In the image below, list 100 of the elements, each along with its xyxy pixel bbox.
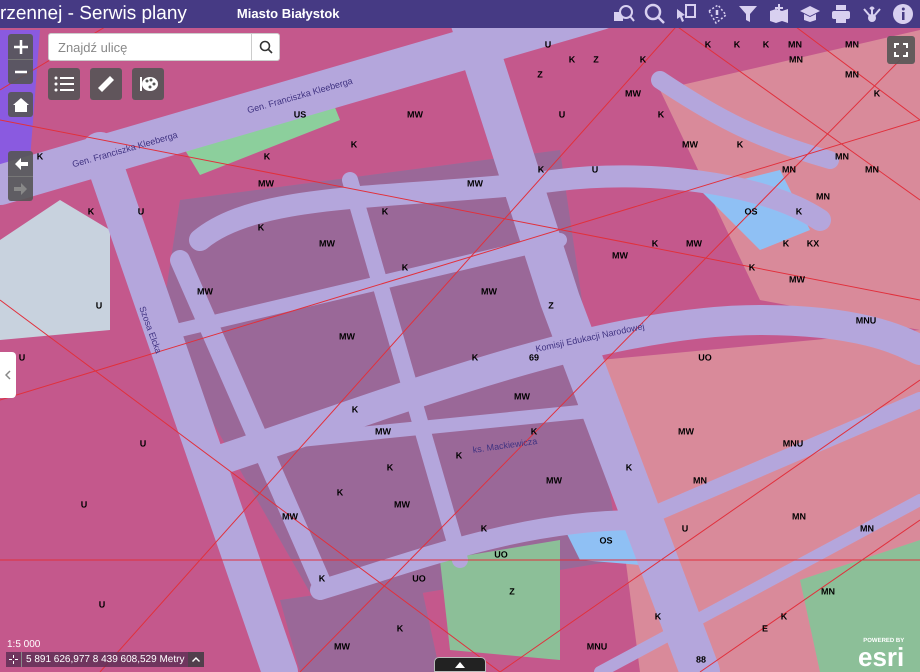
list-icon [54,76,74,92]
search-icon [258,40,272,54]
zone-label: MW [625,90,641,98]
zone-label: K [658,110,664,120]
measure-button[interactable] [90,68,122,100]
arrow-right-icon [14,182,28,196]
zone-label: K [480,524,488,534]
zone-label: K [352,406,358,414]
scale-text: 1:5 000 [7,638,40,652]
graduation-cap-icon[interactable] [799,3,821,25]
zone-label: MN [821,588,835,596]
zone-label: MW [682,140,698,150]
coordinates-text: 5 891 626,977 8 439 608,529 Metry [25,653,186,667]
zone-label: MNU [586,642,608,652]
zone-label: MN [865,166,879,174]
zone-label: K [264,152,270,162]
plus-icon [14,40,28,54]
esri-logo: esri [858,644,904,670]
zone-label: U [140,440,146,448]
zone-label: K [402,264,408,272]
alert-area-icon[interactable] [706,3,728,25]
zone-label: K [626,464,632,472]
zone-label: U [96,302,102,310]
zone-label: MN [792,512,806,522]
zone-label: KX [806,240,820,248]
home-button[interactable] [8,92,33,117]
zone-label: K [640,56,646,64]
zone-label: MW [789,276,805,284]
zone-label: MN [788,40,802,50]
zone-label: K [734,40,740,50]
zone-label: K [350,140,358,150]
zone-label: MN [835,152,849,162]
zone-label: US [294,110,306,120]
fullscreen-icon [894,43,908,57]
zoom-in-button[interactable] [8,34,33,59]
zone-label: MN [782,166,796,174]
zone-label: MN [816,192,830,202]
zone-label: OS [600,536,612,546]
zone-label: K [456,452,462,460]
zone-label: MW [514,392,530,402]
zone-label: U [682,524,688,534]
ruler-icon [96,74,116,94]
expand-button[interactable] [188,652,204,667]
zone-label: K [780,612,788,622]
zone-label: K [318,574,326,584]
zone-label: K [568,56,576,64]
zone-label: U [592,166,598,174]
select-features-icon[interactable] [675,3,697,25]
zone-label: K [748,264,756,272]
basemap-button[interactable] [132,68,164,100]
zone-label: K [336,488,344,498]
caret-up-icon [192,657,200,662]
zone-label: K [782,240,790,248]
search-button[interactable] [252,33,280,61]
zone-label: MW [686,240,702,248]
zone-label: MNU [782,440,804,448]
street-label: Szosa Elcka [137,305,163,355]
street-label: ks. Mackiewicza [472,437,538,455]
triangle-up-icon [455,662,465,668]
zone-label: MW [319,240,335,248]
zone-label: MW [678,428,694,436]
bottom-panel-toggle[interactable] [434,657,486,672]
add-data-icon[interactable] [768,3,790,25]
zone-label: MN [845,40,859,50]
side-panel-tab[interactable] [0,352,16,398]
search-icon[interactable] [644,3,666,25]
print-icon[interactable] [830,3,852,25]
zone-label: MW [481,288,497,296]
zone-label: E [762,624,768,634]
zone-label: MN [860,524,874,534]
palette-icon [138,75,158,93]
zone-label: MW [546,476,562,486]
zone-label: MW [407,110,423,120]
chevron-left-icon [5,370,11,380]
zoom-out-button[interactable] [8,59,33,84]
zone-label: MW [258,180,274,188]
zone-label: U [544,40,552,50]
zone-label: K [88,208,94,216]
zone-label: K [472,354,478,362]
zone-label: MW [334,642,350,652]
zone-label: MN [789,56,803,64]
search-field[interactable]: Znajdź ulicę [48,33,252,61]
zone-label: K [874,90,880,98]
crosshair-icon [9,655,18,664]
zone-label: Z [537,70,543,80]
locate-button[interactable] [6,652,22,667]
zone-label: K [36,152,44,162]
zone-label: MNU [856,316,876,326]
zone-label: MN [845,70,859,80]
legend-button[interactable] [48,68,80,100]
zone-label: K [704,40,712,50]
info-icon[interactable] [892,3,914,25]
zone-label: MW [394,500,410,510]
zone-label: U [80,500,88,510]
fullscreen-button[interactable] [887,36,915,64]
filter-icon[interactable] [737,3,759,25]
zone-label: UO [698,354,712,362]
zone-label: 69 [529,354,539,362]
back-button[interactable] [8,151,33,176]
zone-label: K [796,208,802,216]
